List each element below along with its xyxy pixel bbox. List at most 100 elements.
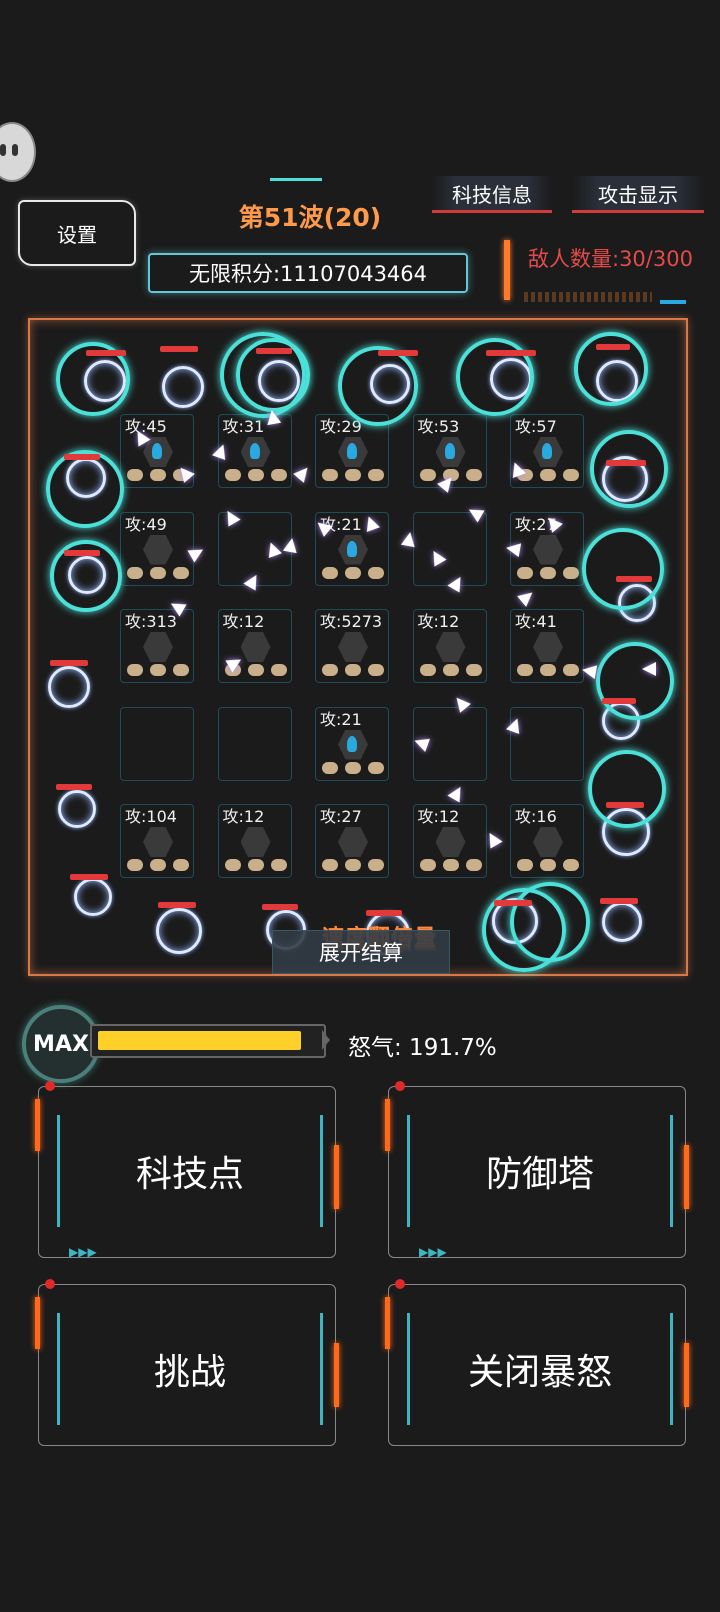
tower-upgrade-row [127,664,189,676]
upgrade-icon [368,566,384,579]
upgrade-icon [540,469,556,481]
tower-slot[interactable]: 攻:104 [120,804,194,878]
orange-accent [684,1343,689,1407]
upgrade-icon [224,859,241,871]
upgrade-icon [540,859,556,871]
enemy-unit [156,908,202,954]
enemy-unit [74,878,112,916]
enemy-hp-bar [616,576,652,582]
upgrade-icon [368,859,384,871]
projectile [282,536,300,554]
tower-slot[interactable]: 攻:27 [315,804,389,878]
tower-slot[interactable]: 攻:5273 [315,609,389,683]
tower-attack-label: 攻:12 [222,807,265,826]
upgrade-icon [345,566,361,579]
settings-button[interactable]: 设置 [18,200,136,266]
alert-dot [45,1081,55,1091]
orange-accent [35,1297,40,1349]
rage-bar-cap [322,1030,330,1050]
expand-settlement-button[interactable]: 展开结算 [272,930,450,974]
close-rage-button[interactable]: 关闭暴怒 [385,1279,689,1446]
tower-upgrade-row [322,566,384,579]
tower-slot[interactable]: 攻:313 [120,609,194,683]
tower-slot[interactable]: 攻:12 [412,609,487,683]
tower-slot[interactable]: 攻:57 [510,414,584,488]
tower-slot[interactable] [412,511,487,586]
tower-slot[interactable]: 攻:12 [217,804,292,878]
chevrons-icon: ▶▶▶ [69,1245,97,1259]
floating-assistant-icon[interactable] [0,122,36,182]
tech-info-button[interactable]: 科技信息 [432,176,552,213]
chevrons-icon: ▶▶▶ [419,1245,447,1259]
orange-accent [35,1099,40,1151]
bubble-eye-icon [12,144,18,156]
upgrade-icon [322,761,338,774]
close-rage-label: 关闭暴怒 [407,1313,673,1425]
enemy-hp-bar [600,898,638,904]
upgrade-icon [322,469,338,481]
slow-ring [338,346,418,426]
tower-icon [338,437,368,467]
wave-counter: 第51波(20) [238,203,382,232]
upgrade-icon [419,664,436,676]
tower-slot[interactable]: 攻:31 [217,414,292,488]
defense-tower-label: 防御塔 [407,1115,673,1227]
enemy-hp-bar [494,900,532,906]
enemy-progress-marker [660,300,686,304]
tower-slot[interactable] [120,706,194,781]
tower-icon [143,437,173,467]
tower-icon [533,827,563,857]
upgrade-icon [247,664,264,676]
upgrade-icon [540,664,556,676]
orange-accent [385,1297,390,1349]
upgrade-icon [322,859,338,871]
tower-attack-label: 攻:16 [515,807,557,826]
upgrade-icon [270,469,287,481]
attack-display-button[interactable]: 攻击显示 [572,176,704,213]
enemy-hp-bar [366,910,402,916]
upgrade-icon [419,469,436,481]
upgrade-icon [150,566,166,579]
slow-ring [46,450,124,528]
upgrade-icon [517,664,533,676]
upgrade-icon [127,859,143,871]
tower-slot[interactable]: 攻:12 [217,609,292,683]
enemy-unit [58,790,96,828]
upgrade-icon [173,664,189,676]
tower-attack-label: 攻:12 [222,612,265,631]
tower-upgrade-row [517,859,579,871]
tower-slot[interactable] [217,706,292,781]
tower-slot[interactable]: 攻:12 [412,804,487,878]
tower-icon [143,534,173,565]
upgrade-icon [465,859,482,871]
projectile [264,408,282,426]
tower-attack-label: 攻:104 [125,807,177,826]
tower-slot[interactable]: 攻:21 [315,706,389,781]
tower-slot[interactable]: 攻:49 [120,511,194,586]
rage-bar [90,1024,326,1058]
upgrade-icon [563,566,579,579]
upgrade-icon [517,859,533,871]
tower-slot[interactable] [510,706,584,781]
upgrade-icon [517,566,533,579]
tower-slot[interactable]: 攻:41 [510,609,584,683]
projectile [517,587,537,607]
enemy-hp-bar [378,350,418,356]
tower-upgrade-row [127,566,189,579]
tower-attack-label: 攻:53 [417,417,460,436]
enemy-count: 敌人数量:30/300 [528,247,693,271]
tower-slot[interactable]: 攻:16 [510,804,584,878]
upgrade-icon [563,664,579,676]
tower-icon [533,632,563,662]
enemy-hp-bar [486,350,536,356]
upgrade-icon [345,664,361,676]
tower-attack-label: 攻:57 [515,417,557,436]
defense-tower-button[interactable]: 防御塔 ▶▶▶ [385,1081,689,1259]
enemy-hp-bar [64,550,100,556]
tech-points-button[interactable]: 科技点 ▶▶▶ [35,1081,339,1259]
tower-upgrade-row [224,859,287,871]
tech-points-label: 科技点 [57,1115,323,1227]
rage-max-badge[interactable]: MAX [22,1005,100,1083]
challenge-button[interactable]: 挑战 [35,1279,339,1446]
tower-attack-label: 攻:12 [417,612,460,631]
